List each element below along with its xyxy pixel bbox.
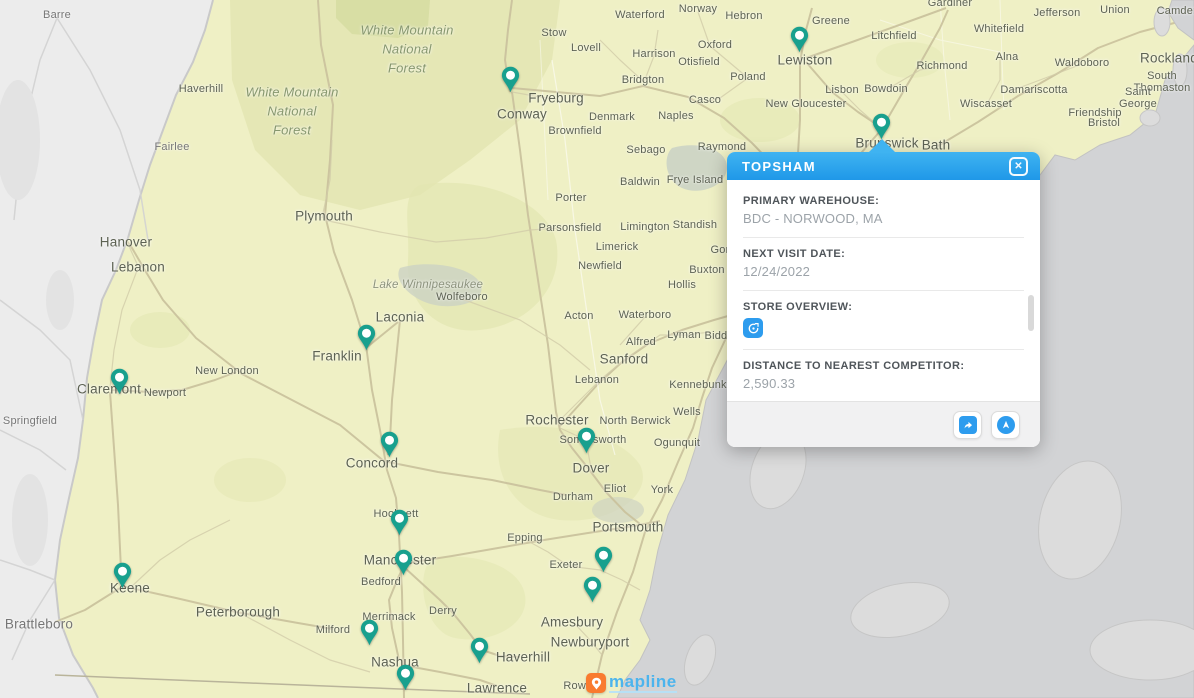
store-pin[interactable] (113, 562, 132, 589)
field-label: PRIMARY WAREHOUSE: (743, 195, 1024, 207)
store-pin[interactable] (390, 509, 409, 536)
close-icon[interactable]: ✕ (1009, 157, 1028, 176)
pin-icon (390, 509, 409, 536)
pin-icon (470, 637, 489, 664)
field-value: BDC - NORWOOD, MA (743, 211, 1024, 226)
divider (743, 290, 1024, 291)
store-overview-link-icon[interactable] (743, 318, 763, 338)
pin-icon (872, 113, 891, 140)
store-pin[interactable] (110, 368, 129, 395)
store-pin[interactable] (360, 619, 379, 646)
store-pin[interactable] (394, 549, 413, 576)
store-pin[interactable] (380, 431, 399, 458)
pin-icon (357, 324, 376, 351)
popup-body: PRIMARY WAREHOUSE: BDC - NORWOOD, MA NEX… (727, 180, 1040, 401)
store-pin[interactable] (577, 427, 596, 454)
pin-icon (110, 368, 129, 395)
divider (743, 349, 1024, 350)
navigate-button[interactable] (991, 411, 1020, 439)
share-button[interactable] (953, 411, 982, 439)
field-value: 2,590.33 (743, 376, 1024, 391)
field-value: 12/24/2022 (743, 264, 1024, 279)
store-pin[interactable] (501, 66, 520, 93)
map-canvas[interactable]: BarreFairleeSpringfieldBrattleboroHaverh… (0, 0, 1194, 698)
store-pin[interactable] (790, 26, 809, 53)
pin-icon (380, 431, 399, 458)
pin-icon (594, 546, 613, 573)
mapline-logo[interactable]: mapline (586, 673, 677, 693)
pin-icon (501, 66, 520, 93)
field-label: STORE OVERVIEW: (743, 301, 1024, 313)
pin-icon (113, 562, 132, 589)
store-pin[interactable] (396, 664, 415, 691)
store-info-popup: TOPSHAM ✕ PRIMARY WAREHOUSE: BDC - NORWO… (727, 152, 1040, 447)
pin-icon (790, 26, 809, 53)
store-pin[interactable] (357, 324, 376, 351)
popup-footer (727, 401, 1040, 447)
popup-title: TOPSHAM (742, 159, 1009, 174)
pin-icon (360, 619, 379, 646)
mapline-pin-icon (586, 673, 606, 693)
field-label: DISTANCE TO NEAREST COMPETITOR: (743, 360, 1024, 372)
store-pin[interactable] (594, 546, 613, 573)
popup-scrollbar[interactable] (1028, 295, 1034, 331)
store-pin-selected[interactable] (872, 113, 891, 140)
pin-icon (577, 427, 596, 454)
popup-pointer-arrow (868, 139, 896, 153)
navigate-icon (997, 416, 1015, 434)
share-icon (959, 416, 977, 434)
pin-icon (583, 576, 602, 603)
field-label: NEXT VISIT DATE: (743, 248, 1024, 260)
pin-icon (396, 664, 415, 691)
store-pin[interactable] (470, 637, 489, 664)
mapline-logo-text: mapline (609, 673, 677, 693)
store-pin[interactable] (583, 576, 602, 603)
pin-icon (394, 549, 413, 576)
popup-header: TOPSHAM ✕ (727, 152, 1040, 180)
divider (743, 237, 1024, 238)
